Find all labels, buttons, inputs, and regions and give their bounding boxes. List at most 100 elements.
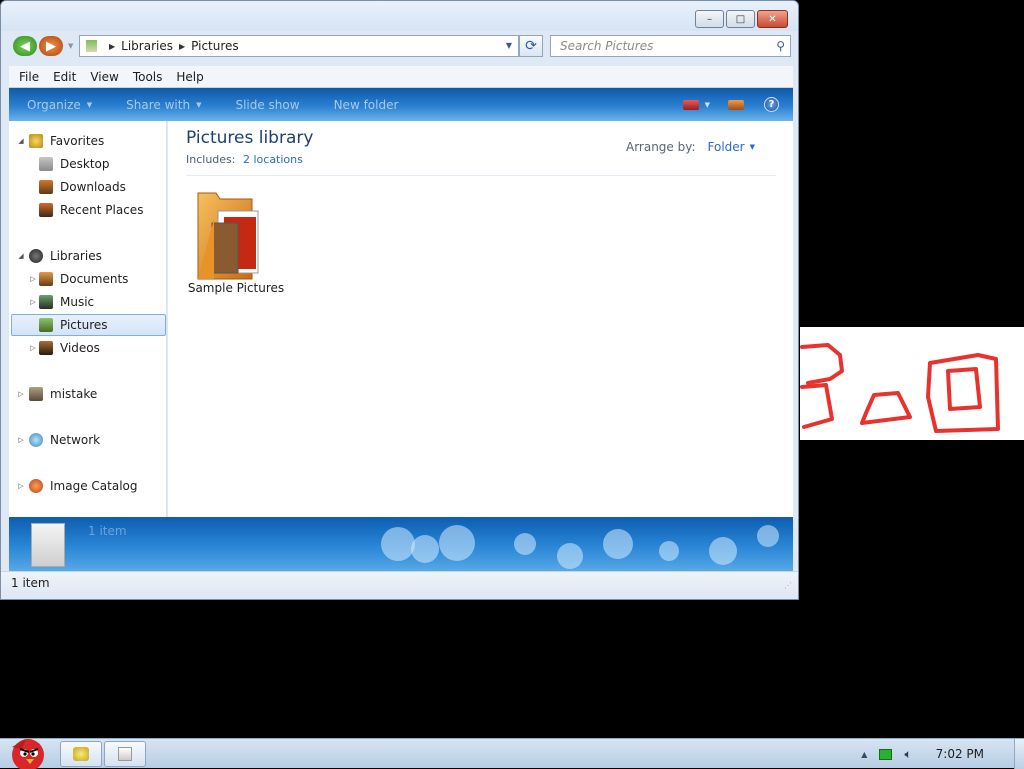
- collapse-arrow-icon[interactable]: ◢: [16, 137, 26, 145]
- documents-icon: [39, 272, 53, 286]
- breadcrumb-pictures[interactable]: Pictures: [191, 39, 239, 53]
- refresh-button[interactable]: ⟳: [519, 35, 543, 57]
- folder-item[interactable]: Sample Pictures: [186, 187, 284, 297]
- locations-link[interactable]: 2 locations: [243, 153, 303, 166]
- recent-pages-dropdown-icon[interactable]: ▼: [68, 42, 73, 50]
- expand-arrow-icon[interactable]: ▷: [16, 390, 26, 398]
- tree-item-desktop[interactable]: Desktop: [39, 153, 110, 175]
- show-hidden-icons-icon[interactable]: ▲: [861, 750, 867, 759]
- downloads-icon: [39, 180, 53, 194]
- chevron-down-icon: ▼: [196, 100, 202, 109]
- details-pane: 1 item: [9, 517, 793, 571]
- breadcrumb-separator-icon[interactable]: ▶: [179, 42, 185, 51]
- address-dropdown-icon[interactable]: ▼: [506, 41, 512, 50]
- collapse-arrow-icon[interactable]: ◢: [16, 252, 26, 260]
- decorative-bubble: [514, 533, 536, 555]
- decorative-bubble: [603, 529, 633, 559]
- menu-tools[interactable]: Tools: [133, 70, 163, 84]
- maximize-button[interactable]: □: [726, 10, 755, 28]
- arrange-by-dropdown[interactable]: Folder: [708, 140, 745, 154]
- tree-label: Videos: [60, 341, 100, 355]
- search-input[interactable]: Search Pictures ⚲: [550, 35, 791, 57]
- breadcrumb-separator-icon[interactable]: ▶: [109, 42, 115, 51]
- decorative-bubble: [381, 527, 415, 561]
- slide-show-button[interactable]: Slide show: [235, 98, 299, 112]
- tree-label: Image Catalog: [50, 479, 138, 493]
- caption-buttons: – □ ✕: [693, 10, 788, 28]
- command-bar-right: ▼ ?: [682, 97, 779, 112]
- minimize-button[interactable]: –: [695, 10, 724, 28]
- start-button[interactable]: [2, 733, 50, 769]
- expand-arrow-icon[interactable]: ▷: [16, 436, 26, 444]
- navigation-row: ◀ ▶ ▼ ▶ Libraries ▶ Pictures ▼ ⟳ Search …: [11, 35, 791, 57]
- taskbar-window-button[interactable]: [104, 741, 146, 767]
- close-button[interactable]: ✕: [757, 10, 788, 28]
- organize-label: Organize: [27, 97, 81, 112]
- arrange-by: Arrange by: Folder ▼: [626, 140, 755, 154]
- videos-icon: [39, 341, 53, 355]
- menu-view[interactable]: View: [90, 70, 118, 84]
- image-catalog-icon: [29, 479, 43, 493]
- organize-button[interactable]: Organize ▼: [27, 98, 92, 112]
- show-desktop-button[interactable]: [1014, 739, 1024, 769]
- libraries-icon: [29, 249, 43, 263]
- user-folder-icon: [29, 387, 43, 401]
- tree-mistake[interactable]: mistake: [29, 383, 97, 405]
- volume-icon[interactable]: 🔈︎: [904, 747, 911, 762]
- title-bar[interactable]: – □ ✕: [1, 1, 798, 31]
- expand-arrow-icon[interactable]: ▷: [16, 482, 26, 490]
- share-with-button[interactable]: Share with ▼: [126, 98, 201, 112]
- tree-item-documents[interactable]: Documents: [39, 268, 128, 290]
- expand-arrow-icon[interactable]: ▷: [28, 344, 38, 352]
- help-button[interactable]: ?: [764, 97, 779, 112]
- chevron-down-icon: ▼: [86, 100, 93, 109]
- menu-help[interactable]: Help: [176, 70, 203, 84]
- forward-button[interactable]: ▶: [39, 36, 63, 56]
- decorative-bubble: [709, 537, 737, 565]
- back-arrow-icon: ◀: [20, 38, 30, 54]
- decorative-bubble: [757, 525, 779, 547]
- command-bar: Organize ▼ Share with ▼ Slide show New fol…: [9, 88, 793, 121]
- tree-item-downloads[interactable]: Downloads: [39, 176, 126, 198]
- tree-network[interactable]: Network: [29, 429, 100, 451]
- arrange-by-label: Arrange by:: [625, 140, 696, 154]
- decorative-bubble: [439, 525, 475, 561]
- expand-arrow-icon[interactable]: ▷: [28, 275, 38, 283]
- pictures-icon: [39, 318, 53, 332]
- menu-file[interactable]: File: [19, 70, 39, 84]
- network-status-icon[interactable]: [879, 748, 893, 760]
- share-with-label: Share with: [126, 97, 191, 112]
- content-area: Pictures library Includes: 2 locations A…: [168, 121, 793, 517]
- music-icon: [39, 295, 53, 309]
- address-bar[interactable]: ▶ Libraries ▶ Pictures ▼: [79, 35, 519, 57]
- tree-libraries[interactable]: Libraries: [29, 245, 102, 267]
- new-folder-button[interactable]: New folder: [334, 98, 399, 112]
- sample-pictures-folder-icon: [197, 192, 259, 280]
- expand-arrow-icon[interactable]: ▷: [28, 298, 38, 306]
- tree-favorites[interactable]: Favorites: [29, 130, 104, 152]
- tree-label: Recent Places: [60, 203, 144, 217]
- chevron-down-icon[interactable]: ▼: [750, 143, 755, 151]
- menu-bar: File Edit View Tools Help: [9, 66, 793, 88]
- tree-item-videos[interactable]: Videos: [39, 337, 100, 359]
- tree-label: Desktop: [60, 157, 110, 171]
- tree-item-recent-places[interactable]: Recent Places: [39, 199, 143, 221]
- navigation-pane: ◢ Favorites Desktop Downloads Recent Pla…: [9, 121, 167, 517]
- breadcrumb-libraries[interactable]: Libraries: [121, 39, 173, 53]
- preview-pane-icon[interactable]: [728, 99, 744, 110]
- window-bottom-border: [1, 596, 798, 599]
- taskbar-explorer-button[interactable]: [60, 741, 102, 767]
- view-options-dropdown-icon[interactable]: ▼: [705, 101, 710, 109]
- menu-edit[interactable]: Edit: [53, 70, 76, 84]
- tree-image-catalog[interactable]: Image Catalog: [29, 475, 137, 497]
- clock[interactable]: 7:02 PM: [936, 747, 984, 761]
- change-view-icon[interactable]: [682, 99, 699, 110]
- tree-label: Music: [60, 295, 95, 309]
- resize-grip-icon[interactable]: ⋰: [784, 581, 792, 590]
- tree-item-music[interactable]: Music: [39, 291, 94, 313]
- search-icon[interactable]: ⚲: [776, 39, 785, 53]
- back-button[interactable]: ◀: [13, 36, 37, 56]
- tree-item-pictures[interactable]: Pictures: [11, 314, 166, 336]
- library-includes: Includes: 2 locations: [186, 153, 303, 166]
- search-placeholder: Search Pictures: [560, 39, 654, 53]
